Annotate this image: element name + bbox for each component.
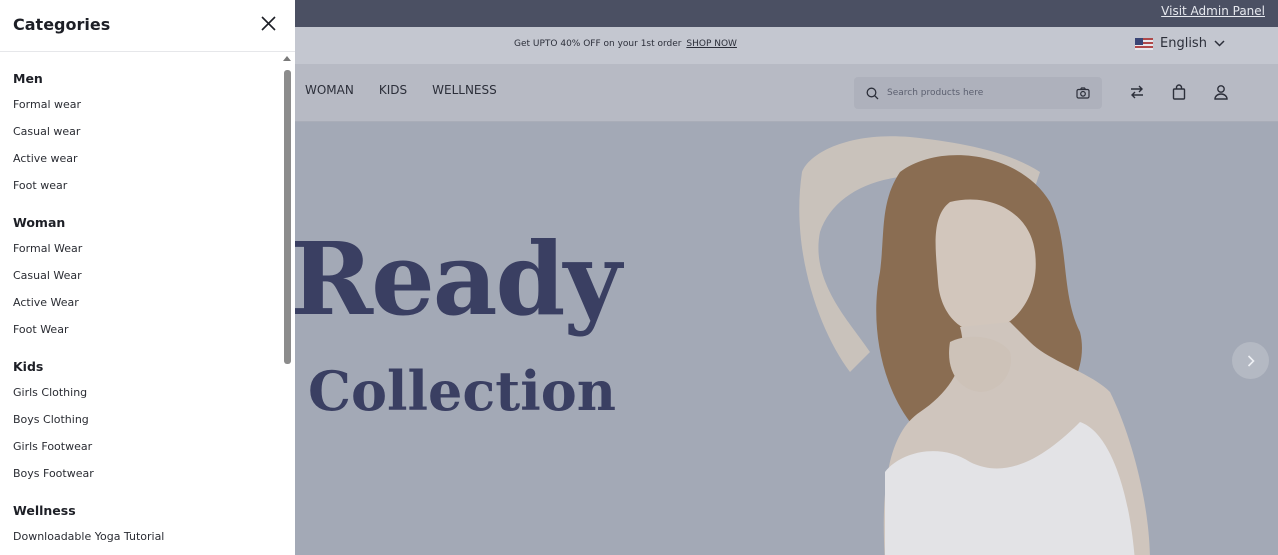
nav-link-wellness[interactable]: WELLNESS xyxy=(432,83,497,97)
category-item[interactable]: Downloadable Yoga Tutorial xyxy=(13,530,164,555)
category-group-kids: Kids Girls Clothing Boys Clothing Girls … xyxy=(13,359,94,494)
category-item[interactable]: Formal Wear xyxy=(13,242,82,269)
category-item[interactable]: Active Wear xyxy=(13,296,82,323)
category-item[interactable]: Foot Wear xyxy=(13,323,82,350)
hero-title-line1: Ready xyxy=(290,220,622,338)
hero-title-line2: Collection xyxy=(308,359,616,423)
category-group-woman: Woman Formal Wear Casual Wear Active Wea… xyxy=(13,215,82,350)
carousel-next-button[interactable] xyxy=(1232,342,1269,379)
category-heading-kids[interactable]: Kids xyxy=(13,359,94,386)
us-flag-icon xyxy=(1135,37,1153,50)
scrollbar-thumb[interactable] xyxy=(284,70,291,364)
chevron-right-icon xyxy=(1247,354,1255,367)
close-icon[interactable] xyxy=(260,15,277,32)
user-icon[interactable] xyxy=(1213,84,1229,100)
category-item[interactable]: Formal wear xyxy=(13,98,81,125)
category-group-men: Men Formal wear Casual wear Active wear … xyxy=(13,71,81,206)
promo-text: Get UPTO 40% OFF on your 1st order SHOP … xyxy=(514,39,737,49)
category-item[interactable]: Girls Footwear xyxy=(13,440,94,467)
visit-admin-panel-link[interactable]: Visit Admin Panel xyxy=(1161,4,1265,18)
category-item[interactable]: Active wear xyxy=(13,152,81,179)
drawer-body: Men Formal wear Casual wear Active wear … xyxy=(0,52,295,555)
language-label: English xyxy=(1160,36,1207,51)
hero-model-image xyxy=(799,136,1150,555)
shop-now-link[interactable]: SHOP NOW xyxy=(686,39,737,49)
category-item[interactable]: Casual Wear xyxy=(13,269,82,296)
promo-message: Get UPTO 40% OFF on your 1st order xyxy=(514,39,682,49)
category-item[interactable]: Casual wear xyxy=(13,125,81,152)
category-heading-wellness[interactable]: Wellness xyxy=(13,503,164,530)
drawer-header: Categories xyxy=(0,0,295,52)
compare-icon[interactable] xyxy=(1129,84,1145,100)
category-item[interactable]: Girls Clothing xyxy=(13,386,94,413)
nav-icons xyxy=(1129,84,1229,100)
nav-link-woman[interactable]: WOMAN xyxy=(305,83,354,97)
shopping-bag-icon[interactable] xyxy=(1171,84,1187,100)
search-bar[interactable]: Search products here xyxy=(854,77,1102,109)
category-group-wellness: Wellness Downloadable Yoga Tutorial xyxy=(13,503,164,555)
nav-link-kids[interactable]: KIDS xyxy=(379,83,407,97)
search-input[interactable]: Search products here xyxy=(887,88,1076,98)
category-item[interactable]: Boys Footwear xyxy=(13,467,94,494)
nav-links: WOMAN KIDS WELLNESS xyxy=(305,83,497,97)
category-item[interactable]: Foot wear xyxy=(13,179,81,206)
chevron-down-icon xyxy=(1214,40,1225,47)
drawer-title: Categories xyxy=(13,15,111,34)
search-icon xyxy=(866,87,879,99)
camera-icon[interactable] xyxy=(1076,87,1090,99)
categories-drawer: Categories Men Formal wear Casual wear A… xyxy=(0,0,295,555)
category-item[interactable]: Boys Clothing xyxy=(13,413,94,440)
category-heading-men[interactable]: Men xyxy=(13,71,81,98)
scroll-up-arrow[interactable] xyxy=(283,56,291,61)
category-heading-woman[interactable]: Woman xyxy=(13,215,82,242)
language-selector[interactable]: English xyxy=(1135,36,1225,51)
